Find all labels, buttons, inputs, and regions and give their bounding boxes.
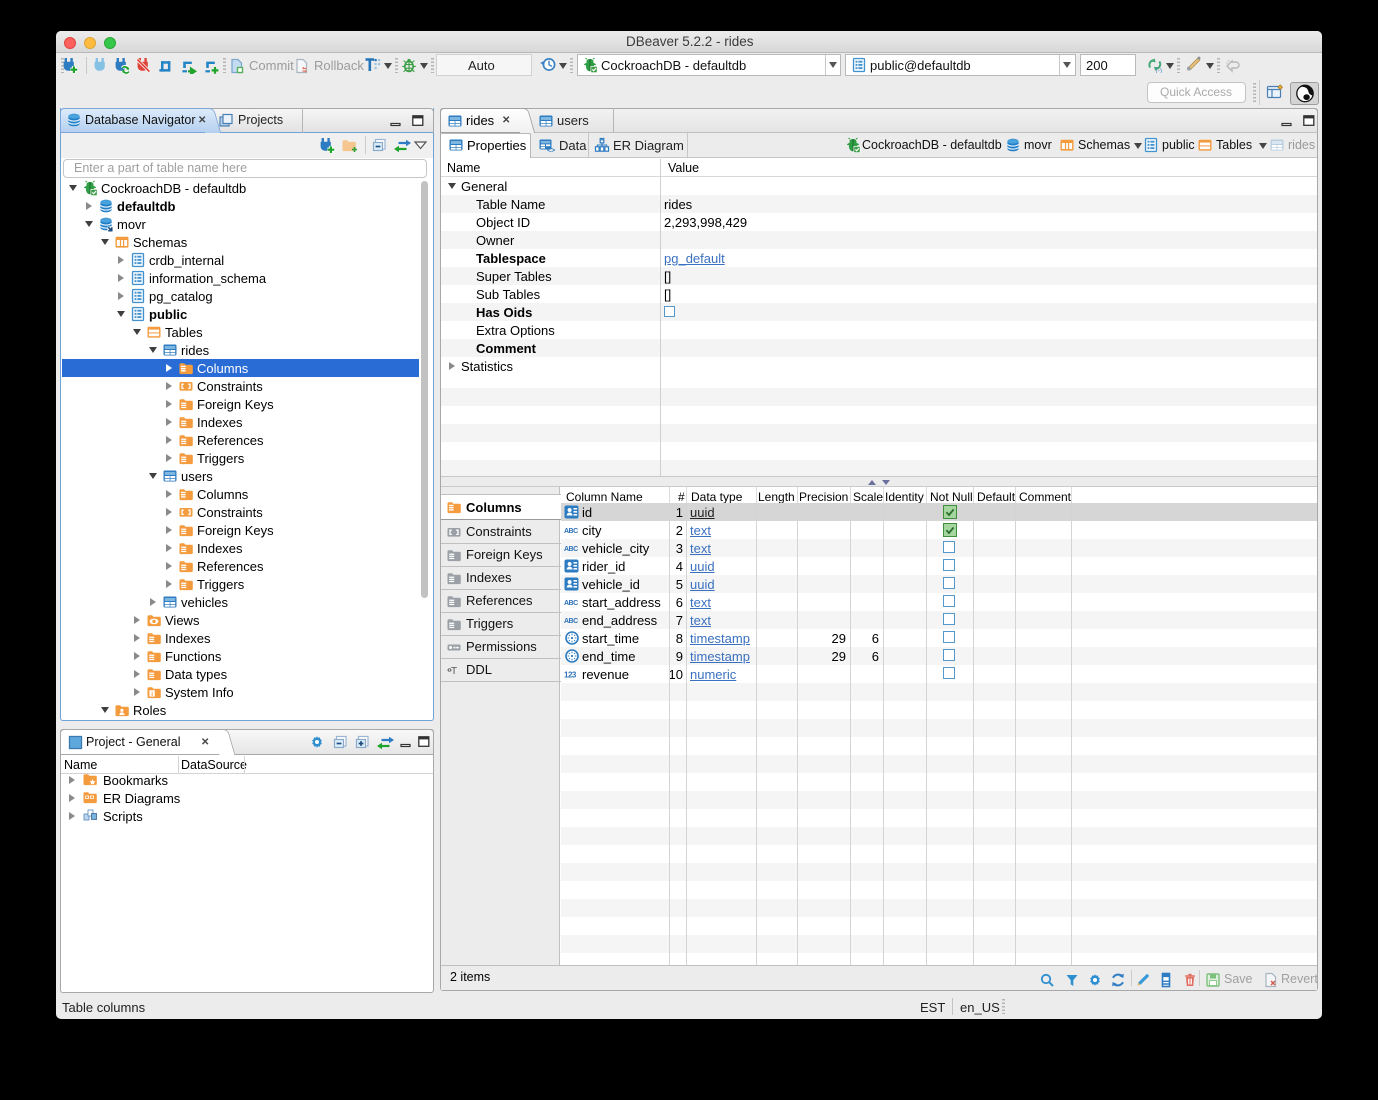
svg-text:(-): (-) [1156,68,1163,74]
svg-text:ABC: ABC [564,600,578,607]
svg-text:T: T [451,666,457,677]
svg-text:<>: <> [547,148,555,154]
svg-text:ABC: ABC [564,546,578,553]
svg-text:i: i [151,691,153,698]
svg-text:ABC: ABC [564,528,578,535]
svg-text:123: 123 [564,671,577,680]
svg-text:ABC: ABC [564,618,578,625]
